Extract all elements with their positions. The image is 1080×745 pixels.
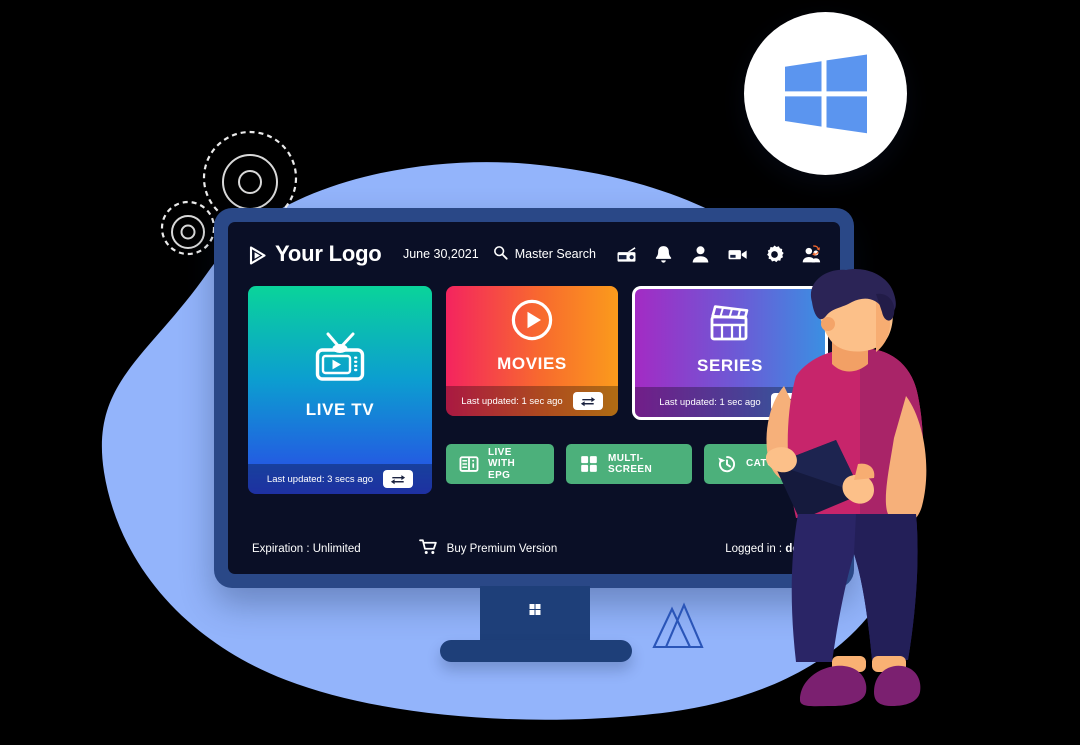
monitor-neck — [480, 586, 590, 644]
television-icon — [310, 331, 370, 392]
quick-action-multi-screen[interactable]: MULTI-SCREEN — [566, 444, 692, 484]
search-icon — [493, 245, 508, 263]
card-live-tv-title: LIVE TV — [305, 399, 375, 419]
radio-icon[interactable] — [616, 244, 637, 265]
user-icon[interactable] — [690, 244, 711, 265]
epg-book-icon — [459, 454, 479, 474]
header-right-group: June 30,2021 Master Search — [403, 244, 822, 265]
refresh-icon[interactable] — [383, 470, 414, 488]
app-logo-text: Your Logo — [275, 241, 382, 266]
grid-icon — [579, 454, 599, 474]
master-search-button[interactable]: Master Search — [493, 245, 596, 263]
buy-premium-label: Buy Premium Version — [446, 542, 558, 555]
card-live-tv-last-updated: Last updated: 3 secs ago — [266, 473, 374, 485]
card-live-tv-body: LIVE TV — [248, 286, 432, 464]
cart-icon — [418, 539, 438, 558]
quick-action-multi-screen-label: MULTI-SCREEN — [608, 452, 653, 475]
header-date: June 30,2021 — [402, 247, 479, 261]
header-icon-row — [616, 244, 822, 265]
bell-icon[interactable] — [653, 244, 674, 265]
buy-premium-button[interactable]: Buy Premium Version — [418, 539, 558, 558]
switch-user-icon[interactable] — [801, 244, 822, 265]
quick-action-live-with-epg-line2: EPG — [488, 469, 511, 481]
card-movies-title: MOVIES — [497, 353, 567, 373]
monitor-base — [440, 640, 632, 662]
master-search-label: Master Search — [514, 247, 596, 261]
card-movies[interactable]: MOVIES Last updated: 1 sec ago — [446, 286, 618, 416]
windows-platform-badge — [744, 12, 907, 175]
card-movies-footer: Last updated: 1 sec ago — [446, 386, 618, 416]
quick-action-live-with-epg[interactable]: LIVE WITH EPG — [446, 444, 554, 484]
app-logo[interactable]: Your Logo — [248, 241, 382, 267]
card-movies-last-updated: Last updated: 1 sec ago — [461, 395, 563, 407]
play-outline-icon — [248, 245, 267, 265]
video-camera-icon[interactable] — [727, 244, 748, 265]
person-illustration — [740, 268, 970, 728]
clock-rewind-icon — [717, 454, 737, 474]
card-movies-body: MOVIES — [446, 286, 618, 386]
refresh-icon[interactable] — [572, 392, 603, 410]
quick-action-live-with-epg-label: LIVE WITH EPG — [488, 447, 541, 481]
play-circle-icon — [511, 299, 553, 346]
card-live-tv[interactable]: LIVE TV Last updated: 3 secs ago — [248, 286, 432, 494]
expiration-label: Expiration : Unlimited — [252, 542, 361, 555]
card-live-tv-footer: Last updated: 3 secs ago — [248, 464, 432, 494]
gear-icon[interactable] — [764, 244, 785, 265]
illustration-stage: Your Logo June 30,2021 Master Search LIV… — [0, 0, 1080, 745]
windows-logo-icon — [784, 54, 867, 133]
triangle-decoration — [640, 595, 720, 655]
quick-action-live-with-epg-line1: LIVE WITH — [488, 447, 516, 470]
windows-grid-mark-icon — [529, 604, 541, 615]
